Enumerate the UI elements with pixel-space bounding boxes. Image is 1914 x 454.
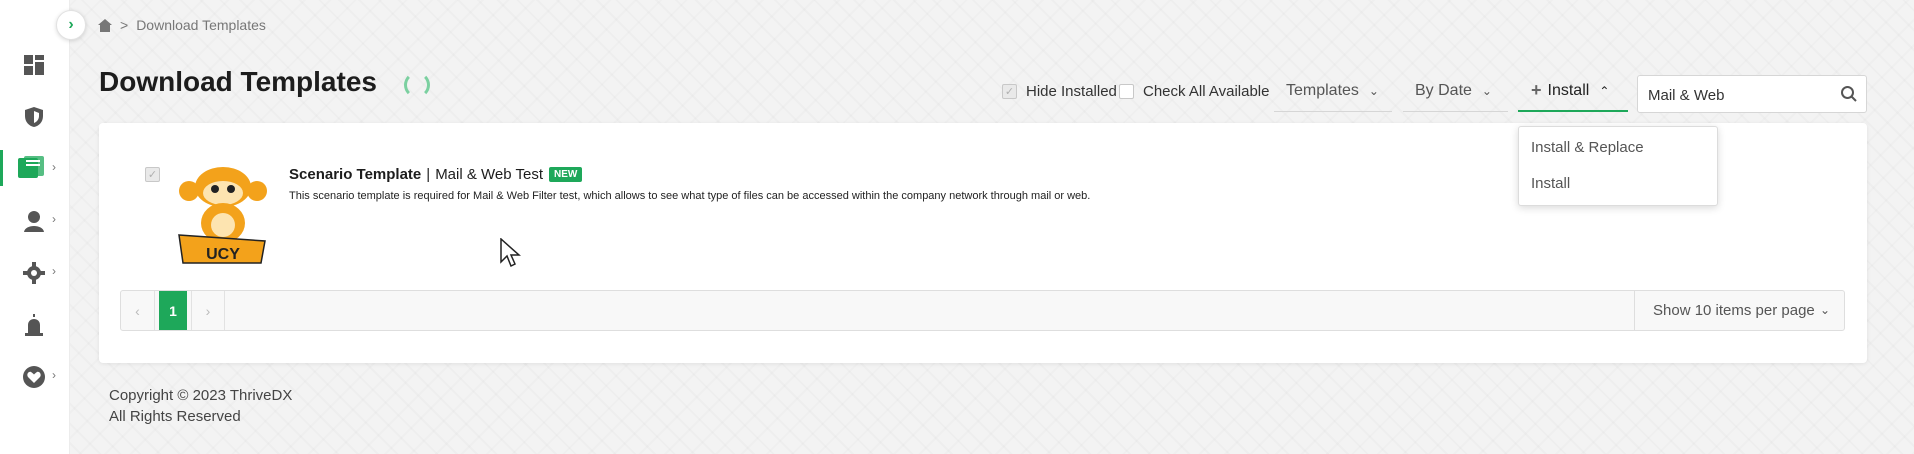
template-checkbox[interactable]: ✓ [145, 167, 160, 182]
chevron-right-icon: › [52, 212, 56, 226]
search-icon[interactable] [1840, 85, 1858, 103]
chevron-right-icon: › [52, 264, 56, 278]
check-all-option[interactable]: Check All Available [1119, 83, 1269, 100]
mouse-cursor-icon [500, 238, 521, 268]
breadcrumb-separator: > [120, 17, 129, 33]
chevron-up-icon: ⌃ [1599, 84, 1610, 98]
check-all-checkbox[interactable] [1119, 84, 1134, 99]
sidebar-item-templates[interactable]: › [0, 146, 70, 190]
items-per-page-label: Show 10 items per page [1653, 302, 1815, 319]
gear-icon [23, 262, 45, 284]
page-1-button[interactable]: 1 [159, 291, 187, 330]
new-badge: NEW [549, 167, 583, 182]
template-subtitle: Mail & Web Test [435, 166, 544, 183]
template-logo: UCY [178, 167, 267, 264]
sidebar-item-security[interactable] [0, 94, 70, 138]
prev-page-button[interactable]: ‹ [121, 291, 155, 330]
sidebar-item-favorites[interactable]: › [0, 354, 70, 398]
template-title[interactable]: Scenario Template | Mail & Web Test NEW [289, 166, 583, 183]
install-dropdown[interactable]: + Install ⌃ [1518, 76, 1628, 112]
logo-text: UCY [206, 246, 240, 263]
pagination: ‹ 1 › Show 10 items per page ⌄ [120, 290, 1845, 331]
sidebar-item-dashboard[interactable] [0, 42, 70, 86]
install-menu: Install & Replace Install [1518, 126, 1718, 206]
menu-item-install-replace[interactable]: Install & Replace [1531, 139, 1644, 156]
title-separator: | [426, 166, 431, 183]
template-name: Scenario Template [289, 166, 422, 183]
chevron-right-icon: › [52, 160, 56, 174]
chevron-down-icon: ⌄ [1368, 84, 1379, 98]
rights-text: All Rights Reserved [109, 408, 241, 425]
install-dropdown-label: Install [1547, 82, 1590, 99]
check-all-label: Check All Available [1143, 83, 1270, 100]
plus-icon: + [1531, 80, 1542, 100]
user-icon [24, 211, 44, 232]
chevron-right-icon: › [68, 16, 74, 33]
templates-dropdown[interactable]: Templates ⌄ [1274, 76, 1392, 112]
dashboard-icon [24, 55, 44, 75]
search-input[interactable] [1648, 85, 1828, 105]
sidebar: › › › › [0, 0, 70, 454]
breadcrumb-current: Download Templates [136, 17, 266, 33]
next-page-button[interactable]: › [191, 291, 225, 330]
templates-icon [18, 156, 44, 178]
sidebar-item-alarms[interactable] [0, 302, 70, 346]
hide-installed-checkbox[interactable]: ✓ [1002, 84, 1017, 99]
sidebar-toggle-button[interactable]: › [56, 10, 86, 40]
by-date-dropdown[interactable]: By Date ⌄ [1403, 76, 1508, 112]
hide-installed-label: Hide Installed [1026, 83, 1117, 100]
chevron-down-icon: ⌄ [1481, 84, 1492, 98]
menu-item-install[interactable]: Install [1531, 175, 1570, 192]
loading-spinner-icon [404, 72, 430, 98]
chevron-right-icon: › [52, 368, 56, 382]
alarm-icon [25, 314, 43, 336]
page-title: Download Templates [99, 66, 377, 97]
items-per-page-select[interactable]: Show 10 items per page ⌄ [1634, 291, 1844, 330]
breadcrumb: > Download Templates [98, 17, 266, 33]
shield-icon [25, 107, 43, 127]
hide-installed-option[interactable]: ✓ Hide Installed [1002, 83, 1117, 100]
chevron-down-icon: ⌄ [1819, 303, 1830, 317]
footer: Copyright © 2023 ThriveDX All Rights Res… [109, 385, 292, 427]
template-description: This scenario template is required for M… [289, 190, 1091, 202]
home-icon[interactable] [98, 18, 112, 32]
by-date-dropdown-label: By Date [1415, 82, 1472, 99]
sidebar-item-users[interactable]: › [0, 198, 70, 242]
search-box [1637, 75, 1867, 113]
templates-dropdown-label: Templates [1286, 82, 1359, 99]
heart-icon [23, 366, 45, 388]
copyright-text: Copyright © 2023 ThriveDX [109, 387, 293, 404]
sidebar-item-settings[interactable]: › [0, 250, 70, 294]
